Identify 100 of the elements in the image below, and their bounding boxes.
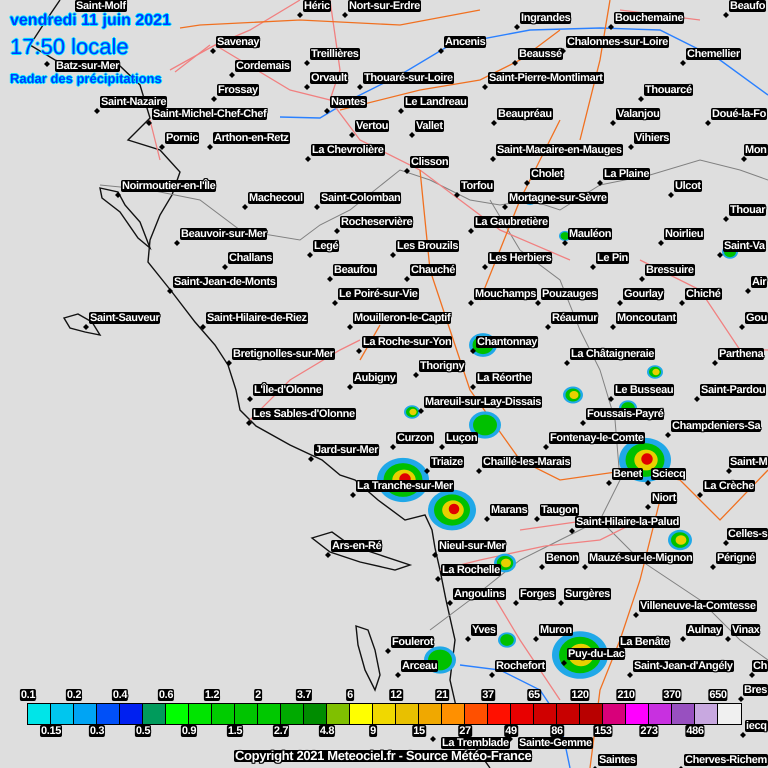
town-label: Saintes	[598, 754, 637, 766]
town-label: La Tremblade	[441, 737, 510, 749]
legend-value: 120	[570, 689, 590, 701]
legend-value: 2	[254, 689, 262, 701]
town-label: Saint-Jean-d'Angély	[633, 660, 734, 672]
town-label: La Gaubretière	[474, 216, 549, 228]
town-label: Fontenay-le-Comte	[549, 432, 645, 444]
town-label: Chemellier	[686, 48, 741, 60]
town-label: Nort-sur-Erdre	[348, 0, 421, 12]
legend-value: 0.9	[180, 725, 198, 737]
town-label: Gourlay	[623, 288, 664, 300]
town-label: Thouaré-sur-Loire	[363, 72, 454, 84]
town-label: Aubigny	[353, 372, 397, 384]
legend-value: 650	[708, 689, 728, 701]
town-label: Muron	[539, 624, 573, 636]
legend-value: 1.2	[204, 689, 220, 701]
town-label: Saint-M	[729, 456, 768, 468]
town-label: Bretignolles-sur-Mer	[232, 348, 335, 360]
town-label: Surgères	[564, 588, 611, 600]
town-label: Thouarcé	[644, 84, 693, 96]
town-label: Vihiers	[634, 132, 670, 144]
town-label: La Tranche-sur-Mer	[356, 480, 454, 492]
town-label: Celles-s	[727, 528, 768, 540]
town-label: Saint-Jean-de-Monts	[173, 276, 277, 288]
copyright-text: Copyright 2021 Meteociel.fr - Source Météo-France	[234, 750, 532, 762]
town-label: Arceau	[401, 660, 438, 672]
town-label: Saint-Molf	[75, 0, 127, 12]
town-label: Vallet	[415, 120, 444, 132]
legend-value: 6	[346, 689, 354, 701]
legend-value: 210	[616, 689, 636, 701]
town-label: Mareuil-sur-Lay-Dissais	[424, 396, 542, 408]
town-label: Doué-la-Fo	[711, 108, 767, 120]
legend-value: 1.5	[226, 725, 244, 737]
town-label: Aulnay	[686, 624, 723, 636]
town-label: Niort	[651, 492, 677, 504]
legend-value: 3.7	[296, 689, 312, 701]
town-label: Mouchamps	[474, 288, 538, 300]
legend-value: 37	[481, 689, 495, 701]
town-label: Curzon	[396, 432, 434, 444]
town-label: Cordemais	[235, 60, 291, 72]
town-label: Marans	[490, 504, 528, 516]
legend-value: 86	[550, 725, 564, 737]
town-label: Ancenis	[444, 36, 486, 48]
town-label: Orvault	[310, 72, 348, 84]
town-label: Beaussé	[518, 48, 563, 60]
town-label: Chalonnes-sur-Loire	[566, 36, 669, 48]
legend-value: 65	[527, 689, 541, 701]
town-label: La Crèche	[703, 480, 756, 492]
town-label: Le Pin	[596, 252, 629, 264]
town-label: Pornic	[165, 132, 200, 144]
town-label: Machecoul	[248, 192, 304, 204]
legend-value: 0.6	[158, 689, 174, 701]
town-label: Yves	[471, 624, 497, 636]
legend-value: 2.7	[272, 725, 290, 737]
legend-value: 4.8	[318, 725, 336, 737]
legend-value: 12	[389, 689, 403, 701]
town-label: Moncoutant	[616, 312, 677, 324]
town-label: Noirlieu	[664, 228, 704, 240]
town-label: Saint-Va	[723, 240, 766, 252]
town-label: Bres	[743, 684, 768, 696]
town-label: Triaize	[430, 456, 464, 468]
town-label: Beaupréau	[497, 108, 553, 120]
town-label: Vinax	[731, 624, 760, 636]
town-label: Nantes	[330, 96, 367, 108]
town-label: Angoulins	[453, 588, 506, 600]
legend-value: 370	[662, 689, 682, 701]
town-label: Challans	[228, 252, 274, 264]
town-label: La Réorthe	[476, 372, 532, 384]
town-label: Savenay	[216, 36, 260, 48]
town-label: Legé	[313, 240, 340, 252]
town-label: Les Sables-d'Olonne	[252, 408, 356, 420]
town-label: Périgné	[716, 552, 756, 564]
town-label: Cholet	[530, 168, 564, 180]
town-label: Saint-Macaire-en-Mauges	[496, 144, 623, 156]
town-label: Treillières	[310, 48, 360, 60]
town-label: Vertou	[355, 120, 390, 132]
town-label: Le Landreau	[404, 96, 468, 108]
town-label: La Rochelle	[441, 564, 501, 576]
town-label: Le Busseau	[614, 384, 674, 396]
town-label: Chauché	[410, 264, 456, 276]
town-label: Clisson	[410, 156, 450, 168]
town-label: Ars-en-Ré	[331, 540, 382, 552]
town-label: Cherves-Richem	[684, 754, 768, 766]
town-label: Sainte-Gemme	[518, 737, 593, 749]
legend-value: 0.1	[20, 689, 36, 701]
town-label: Les Brouzils	[396, 240, 460, 252]
town-label: Valanjou	[616, 108, 660, 120]
town-label: La Benâte	[619, 636, 670, 648]
legend-value: 153	[593, 725, 613, 737]
town-label: Ingrandes	[520, 12, 572, 24]
town-label: Benon	[545, 552, 580, 564]
town-label: Nieul-sur-Mer	[438, 540, 506, 552]
town-label: Mortagne-sur-Sèvre	[508, 192, 608, 204]
town-label: Beaufou	[333, 264, 377, 276]
town-label: Champdeniers-Sa	[671, 420, 762, 432]
town-label: Thouar	[729, 204, 766, 216]
town-label: Arthon-en-Retz	[213, 132, 290, 144]
town-label: Luçon	[445, 432, 478, 444]
town-label: L'Île-d'Olonne	[253, 384, 323, 396]
town-label: La Chevrolière	[311, 144, 385, 156]
